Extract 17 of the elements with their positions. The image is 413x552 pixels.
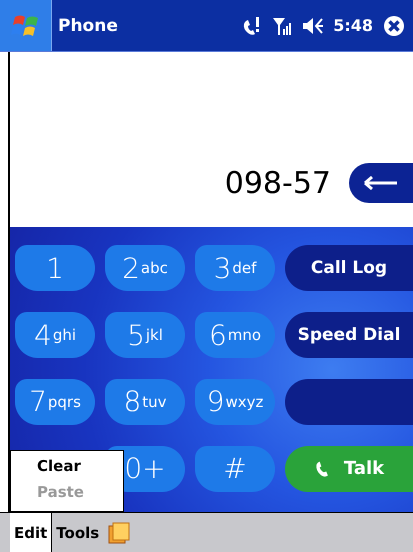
blank-button[interactable] — [285, 378, 413, 425]
dialed-number: 098-57 — [224, 169, 331, 199]
clock-time: 5:48 — [333, 16, 373, 35]
command-button[interactable]: Speed Dial — [285, 312, 413, 358]
close-icon — [383, 14, 405, 36]
backspace-button[interactable] — [349, 163, 413, 203]
window-title: Phone — [58, 16, 119, 36]
menu-bar-item[interactable]: Edit — [10, 513, 52, 552]
dial-key[interactable]: # — [195, 446, 275, 492]
command-button[interactable]: Call Log — [285, 245, 413, 292]
left-arrow-icon — [364, 176, 398, 190]
close-button[interactable] — [383, 14, 405, 36]
start-button[interactable] — [0, 0, 52, 51]
dial-key[interactable]: 1 — [15, 245, 95, 292]
menu-bar-item[interactable]: Tools — [52, 513, 104, 552]
notes-icon[interactable] — [107, 520, 132, 544]
talk-button[interactable]: Talk — [285, 446, 413, 492]
